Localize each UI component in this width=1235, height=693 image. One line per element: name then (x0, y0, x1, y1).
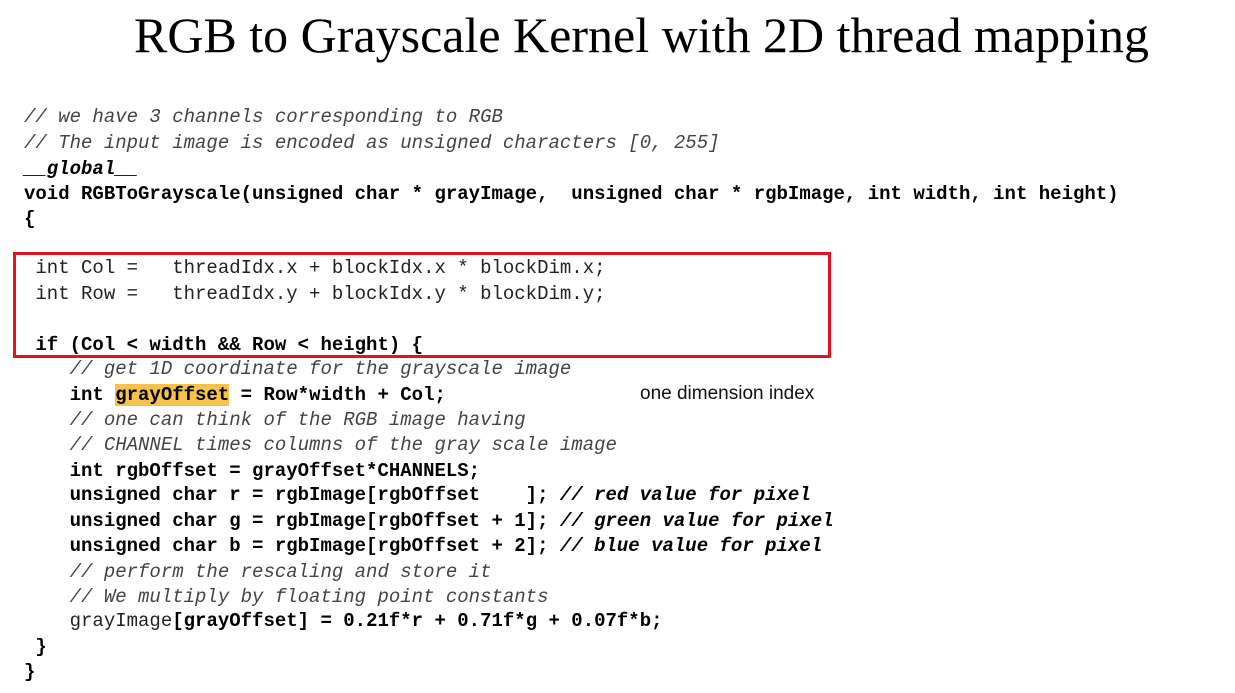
code-comment-line: // we have 3 channels corresponding to R… (24, 106, 503, 128)
code-comment-line: // perform the rescaling and store it (24, 561, 492, 583)
green-channel-line: unsigned char g = rgbImage[rgbOffset + 1… (24, 509, 834, 533)
code-comment-line: // one can think of the RGB image having (24, 409, 526, 431)
gray-assign-line: grayImage[grayOffset] = 0.21f*r + 0.71f*… (24, 609, 663, 633)
gray-offset-line: int grayOffset = Row*width + Col; (24, 383, 446, 407)
blue-channel-line: unsigned char b = rgbImage[rgbOffset + 2… (24, 534, 823, 558)
code-comment-line: // CHANNEL times columns of the gray sca… (24, 434, 617, 456)
red-channel-line: unsigned char r = rgbImage[rgbOffset ]; … (24, 483, 811, 507)
close-brace-outer: } (24, 661, 36, 683)
blue-channel-code: unsigned char b = rgbImage[rgbOffset + 2… (24, 535, 560, 557)
green-channel-code: unsigned char g = rgbImage[rgbOffset + 1… (24, 510, 560, 532)
red-channel-comment: // red value for pixel (559, 484, 811, 506)
gray-offset-highlight: grayOffset (115, 384, 230, 406)
code-comment-line: // get 1D coordinate for the grayscale i… (24, 358, 572, 380)
gray-assign-expr: [grayOffset] = 0.21f*r + 0.71f*g + 0.07f… (172, 610, 663, 632)
code-comment-line: // We multiply by floating point constan… (24, 586, 549, 608)
slide-title: RGB to Grayscale Kernel with 2D thread m… (133, 7, 1149, 63)
highlight-box (13, 252, 831, 358)
close-brace-inner: } (24, 636, 47, 658)
green-channel-comment: // green value for pixel (559, 510, 834, 532)
annotation-label: one dimension index (640, 383, 815, 404)
open-brace: { (24, 208, 36, 230)
red-channel-code: unsigned char r = rgbImage[rgbOffset ]; (24, 484, 560, 506)
gray-offset-type: int (24, 384, 116, 406)
code-comment-line: // The input image is encoded as unsigne… (24, 132, 720, 154)
blue-channel-comment: // blue value for pixel (559, 535, 823, 557)
rgb-offset-line: int rgbOffset = grayOffset*CHANNELS; (24, 460, 481, 482)
gray-offset-expr: = Row*width + Col; (229, 384, 446, 406)
gray-assign-target: grayImage (24, 610, 173, 632)
global-qualifier: __global__ (24, 158, 139, 180)
function-signature: void RGBToGrayscale(unsigned char * gray… (24, 183, 1119, 205)
